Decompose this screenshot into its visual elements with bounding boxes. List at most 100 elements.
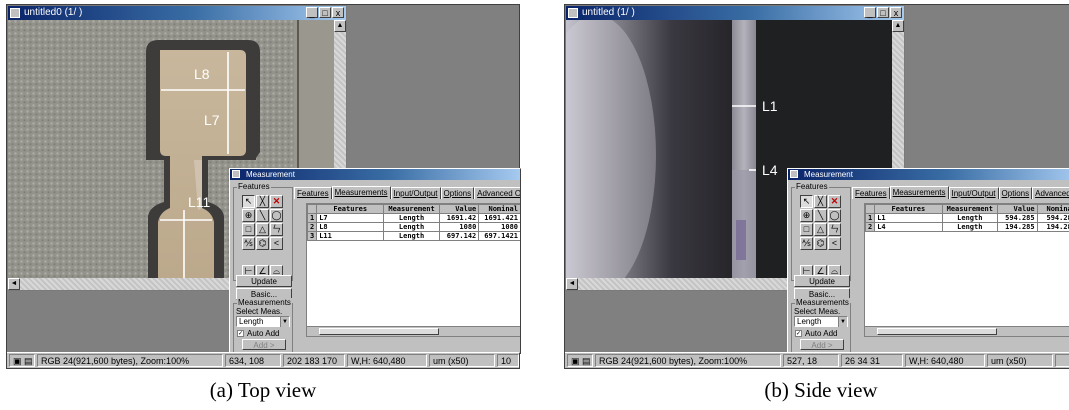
status-extra (1055, 354, 1069, 367)
rectangle-tool-icon[interactable]: □ (800, 223, 813, 236)
scroll-thumb[interactable] (319, 328, 439, 335)
measurement-type-select[interactable]: Length ▼ (794, 316, 848, 327)
add-button[interactable]: Add > (800, 339, 844, 350)
circle-tool-icon[interactable]: ◯ (270, 209, 283, 222)
slope-tool-icon[interactable]: ⅍ (242, 237, 255, 250)
polyline-tool-icon[interactable]: ㄣ (270, 223, 283, 236)
measure-label-l8: L8 (194, 66, 210, 82)
table-cell[interactable]: L1 (874, 213, 943, 223)
table-cell[interactable]: 1080 (438, 222, 480, 232)
tab-options[interactable]: Options (440, 187, 475, 199)
select-tool-icon[interactable]: ↖ (242, 195, 255, 208)
tab-advanced-options[interactable]: Advanced Opt. (474, 187, 520, 199)
add-button[interactable]: Add > (242, 339, 286, 350)
table-cell[interactable]: 194.285 (1036, 222, 1069, 232)
table-row[interactable]: 2 L4 Length 194.285 194.285 (865, 222, 1069, 232)
status-bar-a: ▣ ▤ RGB 24(921,600 bytes), Zoom:100% 634… (7, 352, 519, 368)
chevron-down-icon[interactable]: ▼ (838, 317, 847, 327)
measurements-group: Measurements Select Meas. Length ▼ ✓ Aut… (233, 298, 293, 353)
chevron-down-icon[interactable]: ▼ (280, 317, 289, 327)
rectangle-tool-icon[interactable]: □ (242, 223, 255, 236)
table-cell[interactable]: Length (383, 231, 440, 241)
table-cell[interactable]: 1691.421 (478, 213, 520, 223)
select-tool-icon[interactable]: ↖ (800, 195, 813, 208)
status-unit: um (x50) (987, 354, 1053, 367)
dialog-titlebar-b[interactable]: Measurement (788, 169, 1069, 180)
tab-features[interactable]: Features (294, 187, 332, 199)
polyline-tool-icon[interactable]: ㄣ (828, 223, 841, 236)
polygon-tool-icon[interactable]: ⌬ (256, 237, 269, 250)
table-cell[interactable]: 194.285 (997, 222, 1038, 232)
scroll-up-icon[interactable]: ▲ (334, 20, 346, 32)
table-cell[interactable]: L4 (874, 222, 943, 232)
table-cell[interactable]: Length (941, 222, 999, 232)
triangle-tool-icon[interactable]: △ (814, 223, 827, 236)
table-cell[interactable]: 697.1421 (478, 231, 520, 241)
point-tool-icon[interactable]: ⊕ (242, 209, 255, 222)
table-cell[interactable]: Length (383, 222, 440, 232)
scroll-left-icon[interactable]: ◄ (8, 278, 20, 290)
update-button[interactable]: Update (794, 275, 850, 287)
table-cell[interactable]: L11 (316, 231, 385, 241)
line-tool-icon[interactable]: ╲ (256, 209, 269, 222)
viewer-titlebar-a[interactable]: untitled0 (1/ ) _ □ x (8, 6, 346, 20)
features-group: Features ↖ ╳ ✕ ⊕ ╲ ◯ □ △ ㄣ ⅍ ⌬ < ⊢ ∠ ⌓ (791, 182, 851, 281)
measurement-grid-b: Features Measurement Value Nominal 1 L1 … (864, 203, 1069, 337)
table-cell[interactable]: L8 (316, 222, 385, 232)
line-tool-icon[interactable]: ╲ (814, 209, 827, 222)
table-cell[interactable]: 1691.42 (438, 213, 480, 223)
auto-add-checkbox[interactable]: ✓ (237, 330, 244, 337)
angle-tool-icon[interactable]: < (270, 237, 283, 250)
cross-tool-icon[interactable]: ╳ (256, 195, 269, 208)
tab-advanced-options[interactable]: Advanced Opt. (1032, 187, 1069, 199)
table-cell[interactable]: 594.285 (997, 213, 1038, 223)
tab-input-output[interactable]: Input/Output (948, 187, 999, 199)
triangle-tool-icon[interactable]: △ (256, 223, 269, 236)
grid-horizontal-scrollbar[interactable] (307, 326, 520, 336)
maximize-button[interactable]: □ (877, 7, 889, 18)
polygon-tool-icon[interactable]: ⌬ (814, 237, 827, 250)
table-row[interactable]: 1 L1 Length 594.285 594.285 (865, 213, 1069, 223)
close-button[interactable]: x (890, 7, 902, 18)
point-tool-icon[interactable]: ⊕ (800, 209, 813, 222)
delete-tool-icon[interactable]: ✕ (270, 195, 283, 208)
scroll-up-icon[interactable]: ▲ (892, 20, 904, 32)
tab-measurements[interactable]: Measurements (331, 186, 391, 199)
grid-horizontal-scrollbar[interactable] (865, 326, 1069, 336)
table-cell[interactable]: 594.285 (1036, 213, 1069, 223)
app-icon (10, 8, 20, 18)
minimize-button[interactable]: _ (864, 7, 876, 18)
slope-tool-icon[interactable]: ⅍ (800, 237, 813, 250)
scroll-left-icon[interactable]: ◄ (566, 278, 578, 290)
circle-tool-icon[interactable]: ◯ (828, 209, 841, 222)
maximize-button[interactable]: □ (319, 7, 331, 18)
tool-spacer (800, 251, 813, 264)
status-mode: RGB 24(921,600 bytes), Zoom:100% (37, 354, 223, 367)
table-cell[interactable]: Length (383, 213, 440, 223)
table-row[interactable]: 2 L8 Length 1080 1080 (307, 222, 520, 232)
viewer-titlebar-b[interactable]: untitled (1/ ) _ □ x (566, 6, 904, 20)
table-cell[interactable]: 1080 (478, 222, 520, 232)
cross-tool-icon[interactable]: ╳ (814, 195, 827, 208)
tab-features[interactable]: Features (852, 187, 890, 199)
table-cell[interactable]: L7 (316, 213, 385, 223)
dialog-titlebar-a[interactable]: Measurement (230, 169, 520, 180)
table-cell[interactable]: 697.142 (438, 231, 480, 241)
minimize-button[interactable]: _ (306, 7, 318, 18)
measure-label-l11: L11 (188, 194, 211, 210)
table-cell[interactable]: Length (941, 213, 999, 223)
auto-add-checkbox[interactable]: ✓ (795, 330, 802, 337)
measurement-table: Features Measurement Value Nominal 1 L1 … (865, 204, 1069, 232)
update-button[interactable]: Update (236, 275, 292, 287)
tab-measurements[interactable]: Measurements (889, 186, 949, 199)
table-row[interactable]: 1 L7 Length 1691.42 1691.421 (307, 213, 520, 223)
close-button[interactable]: x (332, 7, 344, 18)
angle-tool-icon[interactable]: < (828, 237, 841, 250)
delete-tool-icon[interactable]: ✕ (828, 195, 841, 208)
features-group-label: Features (795, 182, 829, 191)
table-row[interactable]: 3 L11 Length 697.142 697.1421 (307, 231, 520, 241)
measurement-type-select[interactable]: Length ▼ (236, 316, 290, 327)
tab-input-output[interactable]: Input/Output (390, 187, 441, 199)
tab-options[interactable]: Options (998, 187, 1033, 199)
scroll-thumb[interactable] (877, 328, 997, 335)
